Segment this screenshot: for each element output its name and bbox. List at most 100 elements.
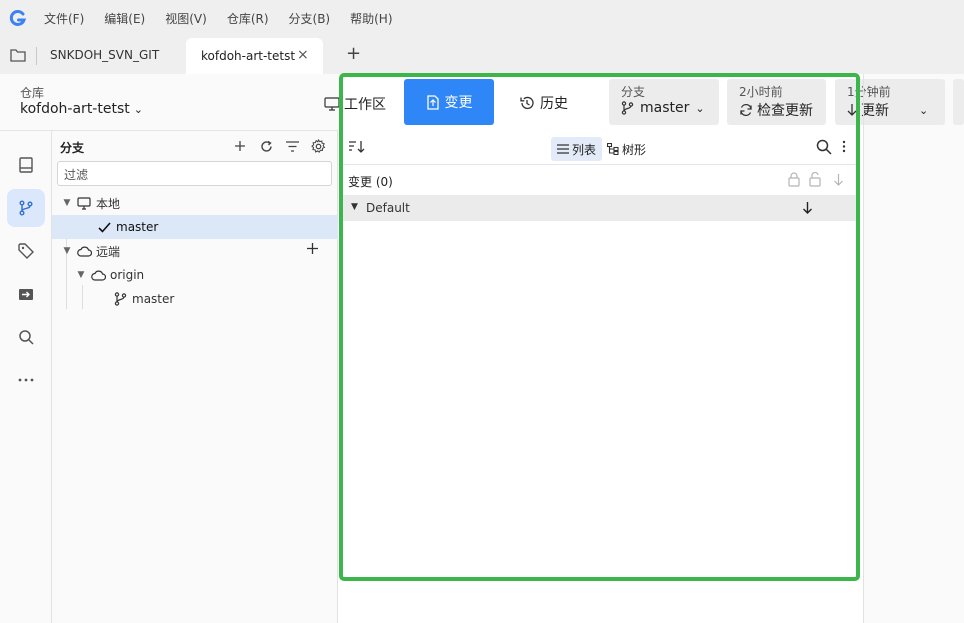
- tree-remote-branch-master[interactable]: master: [52, 287, 338, 311]
- tree-icon: [607, 143, 619, 155]
- list-view-label: 列表: [572, 142, 597, 157]
- sort-icon[interactable]: [348, 140, 365, 158]
- changelist-label: Default: [366, 201, 410, 215]
- changes-button[interactable]: 变更: [404, 79, 494, 125]
- repo-name: kofdoh-art-tetst: [20, 101, 130, 117]
- branches-title: 分支: [60, 141, 85, 155]
- remote-origin-label: origin: [110, 268, 145, 282]
- check-icon: [96, 219, 112, 235]
- workspace-button[interactable]: 工作区: [324, 93, 386, 115]
- tab-kofdoh-art-tetst[interactable]: kofdoh-art-tetst ×: [186, 38, 323, 74]
- file-upload-icon: [426, 94, 439, 110]
- cloud-icon: [76, 243, 92, 259]
- tree-local-branch-master[interactable]: master: [52, 215, 338, 239]
- changes-count: 变更 (0): [348, 175, 393, 189]
- chevron-down-icon: ▼: [351, 202, 358, 212]
- chevron-down-icon: ⌄: [133, 103, 143, 116]
- tab-bar: SNKDOH_SVN_GIT kofdoh-art-tetst × +: [0, 36, 964, 74]
- tab-divider: [36, 47, 37, 65]
- changelist-default[interactable]: ▼ Default: [342, 195, 856, 221]
- changes-label: 变更: [444, 95, 473, 111]
- chevron-down-icon: ▼: [77, 270, 85, 280]
- lock-icon[interactable]: [788, 172, 800, 190]
- add-tab-button[interactable]: +: [346, 43, 361, 64]
- repo-selector[interactable]: kofdoh-art-tetst ⌄: [20, 101, 143, 117]
- rail-branches-button[interactable]: [7, 189, 45, 227]
- more-vertical-icon[interactable]: [842, 140, 846, 157]
- search-icon: [19, 330, 34, 345]
- toolbar-overflow-button[interactable]: [953, 79, 964, 125]
- fetch-button[interactable]: 2小时前 检查更新: [727, 79, 826, 125]
- pull-time: 1分钟前: [847, 85, 891, 99]
- branch-filter-input[interactable]: 过滤: [57, 161, 332, 186]
- add-branch-icon[interactable]: [232, 138, 248, 154]
- tree-remote-group[interactable]: ▼ 远端: [52, 239, 338, 263]
- workspace-label: 工作区: [344, 97, 386, 113]
- tab-snkdoh-svn-git[interactable]: SNKDOH_SVN_GIT: [50, 48, 159, 62]
- rail-more-button[interactable]: [7, 361, 45, 399]
- local-label: 本地: [96, 196, 121, 211]
- tag-icon: [18, 243, 34, 259]
- arrow-down-icon[interactable]: [802, 201, 813, 217]
- local-branch-label: master: [116, 220, 159, 234]
- rail-tags-button[interactable]: [7, 232, 45, 270]
- tab-label: kofdoh-art-tetst: [201, 49, 296, 63]
- rail-stash-button[interactable]: [7, 275, 45, 313]
- menu-bar: 文件(F) 编辑(E) 视图(V) 仓库(R) 分支(B) 帮助(H): [0, 0, 964, 36]
- more-horizontal-icon: [18, 378, 34, 382]
- folder-icon[interactable]: [10, 48, 26, 62]
- pull-button[interactable]: 1分钟前 更新 ⌄: [835, 79, 945, 125]
- fetch-value: 检查更新: [739, 100, 813, 120]
- tree-local-group[interactable]: ▼ 本地: [52, 191, 338, 215]
- branch-icon: [19, 200, 33, 216]
- panel-divider: [863, 74, 864, 623]
- arrow-down-icon: [847, 104, 857, 116]
- history-button[interactable]: 历史: [519, 93, 568, 113]
- unlock-icon[interactable]: [809, 171, 821, 190]
- close-tab-icon[interactable]: ×: [297, 47, 309, 63]
- remote-label: 远端: [96, 244, 121, 259]
- gear-icon[interactable]: [310, 138, 326, 154]
- menu-file[interactable]: 文件(F): [44, 10, 84, 27]
- sidebar-rail: [0, 131, 52, 623]
- list-view-button[interactable]: 列表: [551, 137, 603, 161]
- branch-icon: [112, 291, 128, 307]
- refresh-icon[interactable]: [258, 138, 274, 154]
- tree-view-button[interactable]: 树形: [601, 137, 652, 161]
- search-icon[interactable]: [816, 139, 832, 159]
- branch-dropdown-value: master ⌄: [621, 100, 705, 116]
- repo-label: 仓库: [20, 86, 45, 100]
- history-label: 历史: [540, 96, 568, 112]
- menu-edit[interactable]: 编辑(E): [104, 10, 145, 27]
- tree-view-label: 树形: [622, 142, 647, 157]
- tree-remote-origin[interactable]: ▼ origin: [52, 263, 338, 287]
- pull-value: 更新 ⌄: [847, 100, 928, 120]
- menu-view[interactable]: 视图(V): [165, 10, 207, 27]
- filter-icon[interactable]: [284, 138, 300, 154]
- fetch-time: 2小时前: [739, 85, 783, 99]
- chevron-down-icon: ▼: [63, 246, 71, 256]
- arrow-down-icon[interactable]: [833, 173, 844, 189]
- history-icon: [520, 96, 534, 110]
- current-branch: master: [640, 100, 690, 116]
- workspace-icon: [19, 157, 33, 173]
- remote-branch-label: master: [132, 292, 175, 306]
- cloud-icon: [90, 267, 106, 283]
- menu-branch[interactable]: 分支(B): [289, 10, 331, 27]
- fetch-label: 检查更新: [757, 103, 813, 119]
- branch-dropdown-label: 分支: [621, 85, 646, 99]
- rail-search-button[interactable]: [7, 318, 45, 356]
- monitor-icon: [324, 97, 340, 111]
- rail-workspace-button[interactable]: [7, 146, 45, 184]
- chevron-down-icon: ▼: [63, 198, 71, 208]
- menu-repository[interactable]: 仓库(R): [227, 10, 269, 27]
- menu-help[interactable]: 帮助(H): [350, 10, 392, 27]
- sync-icon: [740, 103, 752, 117]
- changes-toolbar: 列表 树形: [338, 131, 858, 165]
- branch-dropdown[interactable]: 分支 master ⌄: [609, 79, 719, 125]
- app-logo-icon: [9, 9, 27, 27]
- branches-panel: 分支 过滤 ▼ 本地 master ▼ 远端 ▼ origin master: [52, 131, 338, 623]
- main-area: 仓库 kofdoh-art-tetst ⌄ 分支 过滤 ▼ 本地 master …: [0, 74, 964, 623]
- chevron-down-icon[interactable]: ⌄: [919, 104, 928, 117]
- add-remote-icon[interactable]: [306, 242, 320, 256]
